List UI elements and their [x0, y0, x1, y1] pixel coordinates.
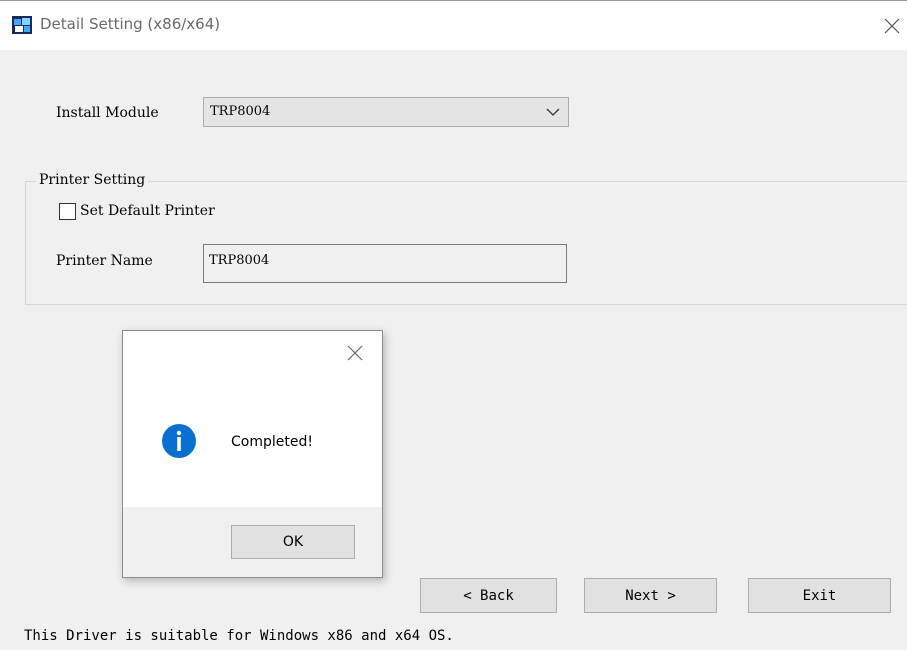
install-module-label: Install Module [56, 105, 159, 121]
back-button[interactable]: < Back [420, 578, 557, 613]
footer-note: This Driver is suitable for Windows x86 … [24, 628, 454, 644]
info-icon [162, 424, 196, 458]
printer-setting-title: Printer Setting [36, 172, 149, 188]
next-button[interactable]: Next > [584, 578, 717, 613]
dialog-close-icon[interactable] [347, 345, 363, 361]
close-icon[interactable] [884, 18, 900, 34]
set-default-printer-label[interactable]: Set Default Printer [80, 203, 215, 219]
set-default-printer-checkbox[interactable] [59, 203, 76, 220]
exit-button[interactable]: Exit [748, 578, 891, 613]
printer-name-label: Printer Name [56, 253, 153, 269]
chevron-down-icon [546, 108, 560, 116]
title-bar-border [0, 0, 907, 1]
install-module-value: TRP8004 [210, 104, 271, 119]
title-bar: Detail Setting (x86/x64) [0, 0, 907, 50]
printer-setting-group [25, 181, 907, 305]
printer-name-field[interactable]: TRP8004 [203, 244, 567, 283]
printer-name-value: TRP8004 [209, 253, 270, 268]
ok-button[interactable]: OK [231, 525, 355, 559]
dialog-message: Completed! [231, 434, 313, 450]
app-installer-icon [12, 16, 32, 34]
completed-dialog: Completed! OK [122, 330, 383, 578]
window-title: Detail Setting (x86/x64) [40, 15, 221, 33]
install-module-select[interactable]: TRP8004 [203, 97, 569, 127]
dialog-button-bar: OK [123, 507, 382, 577]
